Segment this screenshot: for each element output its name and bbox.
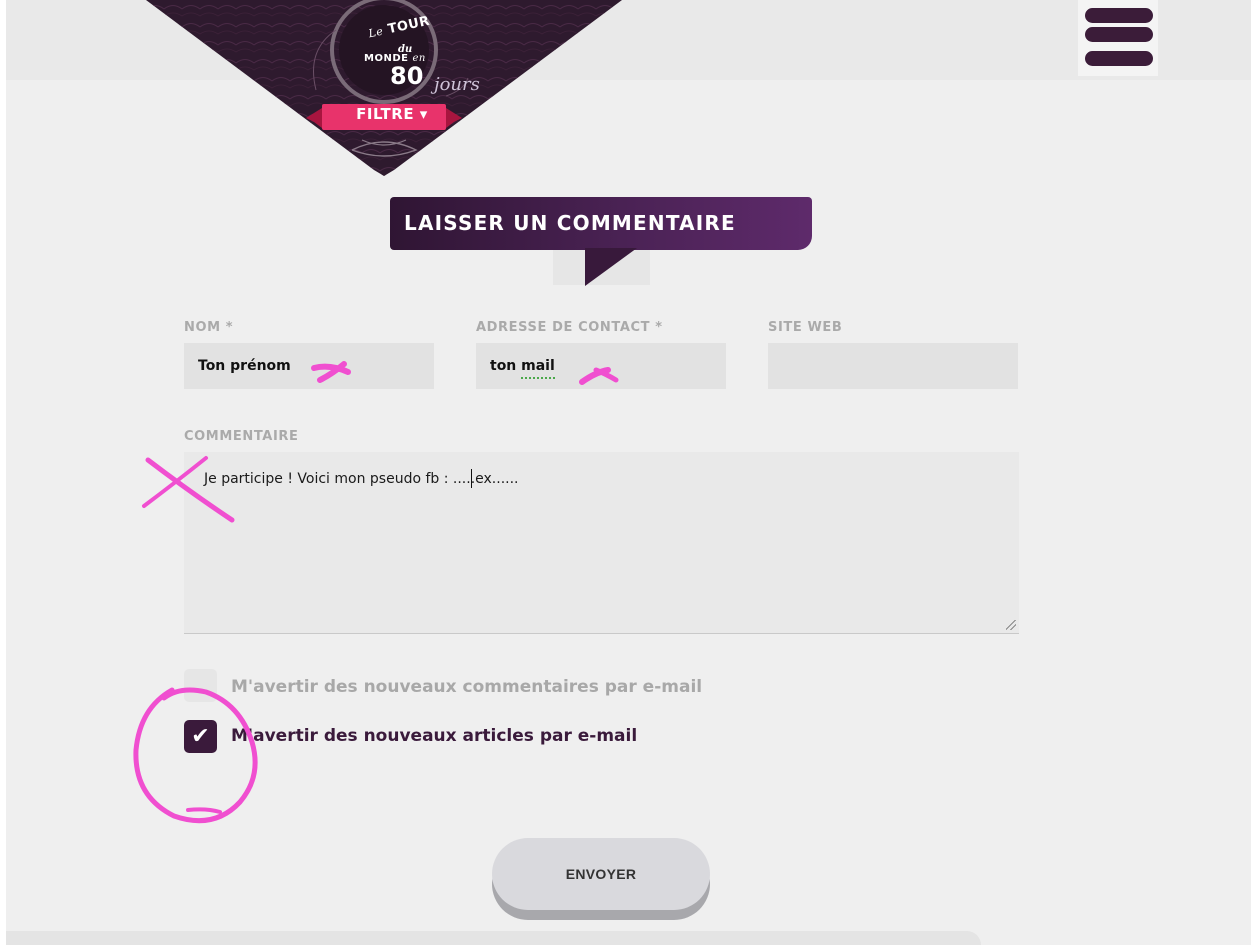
resize-handle-icon[interactable] [1006, 620, 1016, 630]
notify-articles-checkbox[interactable]: ✔ [184, 720, 217, 753]
logo-title-80: 80 [390, 62, 424, 90]
name-label: NOM * [184, 320, 234, 335]
hamburger-menu-icon [1085, 51, 1153, 66]
notify-comments-checkbox[interactable] [184, 669, 217, 702]
spellcheck-underline [521, 377, 555, 379]
comment-label: COMMENTAIRE [184, 429, 299, 444]
email-field[interactable] [476, 343, 726, 389]
speech-bubble-tail-icon [585, 248, 637, 286]
hamburger-menu-icon [1085, 27, 1153, 42]
email-label: ADRESSE DE CONTACT * [476, 320, 663, 335]
checkmark-icon: ✔ [191, 723, 210, 749]
filter-button[interactable]: FILTRE ▾ [344, 102, 440, 126]
menu-button[interactable] [1078, 0, 1158, 76]
website-label: SITE WEB [768, 320, 843, 335]
section-title: LAISSER UN COMMENTAIRE [404, 211, 736, 235]
notify-articles-label[interactable]: M'avertir des nouveaux articles par e-ma… [231, 726, 637, 746]
logo-title-jours: jours [434, 74, 480, 95]
name-field[interactable] [184, 343, 434, 389]
footer-strip [6, 931, 981, 945]
hamburger-menu-icon [1085, 8, 1153, 23]
website-field[interactable] [768, 343, 1018, 389]
notify-comments-label[interactable]: M'avertir des nouveaux commentaires par … [231, 677, 702, 697]
submit-button[interactable]: ENVOYER [492, 838, 710, 910]
site-logo[interactable]: Le TOUR du MONDE en 80 jours FILTRE ▾ [146, 0, 622, 178]
text-cursor [471, 469, 472, 488]
